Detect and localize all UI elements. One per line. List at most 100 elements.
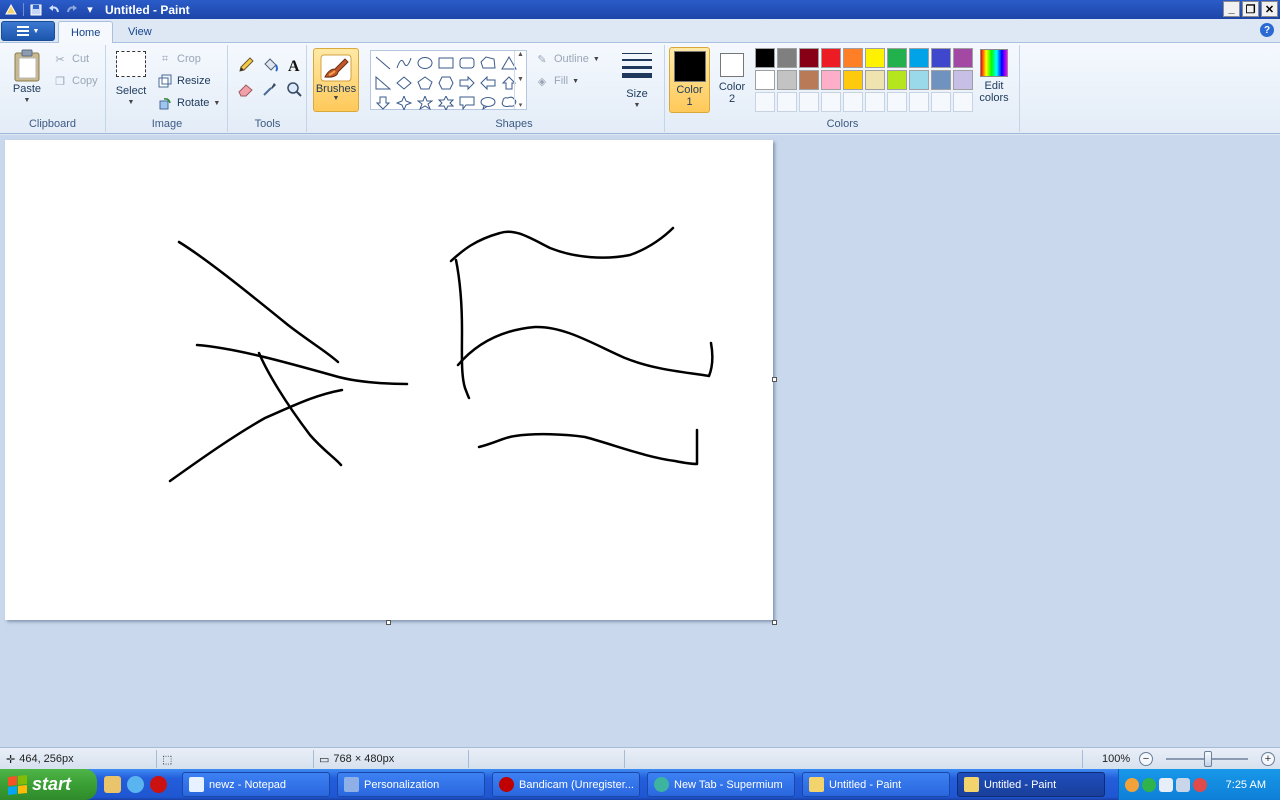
more-shapes-icon[interactable]: ▾ [519, 101, 523, 109]
status-tray-icon[interactable] [1142, 777, 1156, 792]
taskbar-item-notepad[interactable]: newz - Notepad [182, 772, 330, 797]
taskbar-item-supermium[interactable]: New Tab - Supermium [647, 772, 795, 797]
select-button[interactable]: Select ▼ [113, 51, 149, 109]
polygon-shape[interactable] [478, 53, 498, 72]
minimize-button[interactable]: _ [1223, 1, 1240, 17]
custom-color-slot[interactable] [821, 92, 841, 112]
undo-icon[interactable] [45, 1, 63, 18]
palette-color-swatch[interactable] [755, 70, 775, 90]
resize-handle-right[interactable] [772, 377, 777, 382]
six-point-star-shape[interactable] [436, 93, 456, 112]
resize-handle-bottom[interactable] [386, 620, 391, 625]
rectangle-shape[interactable] [436, 53, 456, 72]
paste-button[interactable]: Paste ▼ [8, 49, 46, 107]
line-shape[interactable] [373, 53, 393, 72]
pencil-tool[interactable] [235, 55, 257, 75]
network-tray-icon[interactable] [1176, 777, 1190, 792]
rotate-button[interactable]: Rotate ▼ [157, 94, 220, 112]
custom-color-slot[interactable] [909, 92, 929, 112]
down-arrow-shape[interactable] [373, 93, 393, 112]
custom-color-slot[interactable] [777, 92, 797, 112]
scroll-up-icon[interactable]: ▲ [517, 51, 524, 58]
volume-muted-tray-icon[interactable] [1193, 777, 1207, 792]
palette-color-swatch[interactable] [909, 48, 929, 68]
four-point-star-shape[interactable] [394, 93, 414, 112]
palette-color-swatch[interactable] [953, 70, 973, 90]
folder-icon[interactable] [104, 776, 121, 793]
left-arrow-shape[interactable] [478, 73, 498, 92]
scroll-down-icon[interactable]: ▼ [517, 76, 524, 83]
custom-color-slot[interactable] [865, 92, 885, 112]
save-icon[interactable] [27, 1, 45, 18]
right-arrow-shape[interactable] [457, 73, 477, 92]
taskbar-item-bandicam[interactable]: Bandicam (Unregister... [492, 772, 640, 797]
palette-color-swatch[interactable] [931, 70, 951, 90]
palette-color-swatch[interactable] [865, 70, 885, 90]
search-tray-icon[interactable] [1125, 777, 1139, 792]
color-1-button[interactable]: Color 1 [669, 47, 710, 113]
oval-callout-shape[interactable] [478, 93, 498, 112]
palette-color-swatch[interactable] [777, 70, 797, 90]
taskbar-item-paint-active[interactable]: Untitled - Paint [957, 772, 1105, 797]
palette-color-swatch[interactable] [799, 48, 819, 68]
record-icon[interactable] [150, 776, 167, 793]
palette-color-swatch[interactable] [821, 48, 841, 68]
zoom-slider-thumb[interactable] [1204, 751, 1212, 767]
palette-color-swatch[interactable] [887, 48, 907, 68]
magnifier-tool[interactable] [283, 79, 305, 99]
zoom-out-button[interactable]: − [1139, 752, 1153, 766]
custom-color-slot[interactable] [953, 92, 973, 112]
color-2-button[interactable]: Color 2 [713, 47, 751, 113]
start-button[interactable]: start [0, 769, 97, 800]
palette-color-swatch[interactable] [909, 70, 929, 90]
pentagon-shape[interactable] [415, 73, 435, 92]
palette-color-swatch[interactable] [777, 48, 797, 68]
palette-color-swatch[interactable] [755, 48, 775, 68]
paint-menu-button[interactable]: ▼ [1, 21, 55, 41]
restore-button[interactable]: ❐ [1242, 1, 1259, 17]
five-point-star-shape[interactable] [415, 93, 435, 112]
shapes-scrollbar[interactable]: ▲ ▼ ▾ [514, 51, 526, 109]
edit-colors-button[interactable]: Edit colors [976, 49, 1012, 104]
drawing-canvas[interactable] [5, 140, 773, 620]
eraser-tool[interactable] [235, 79, 257, 99]
palette-color-swatch[interactable] [865, 48, 885, 68]
oval-shape[interactable] [415, 53, 435, 72]
palette-color-swatch[interactable] [953, 48, 973, 68]
custom-color-slot[interactable] [799, 92, 819, 112]
fill-tool[interactable] [259, 55, 281, 75]
crop-button[interactable]: ⌗ Crop [157, 50, 201, 68]
color-picker-tool[interactable] [259, 79, 281, 99]
custom-color-slot[interactable] [887, 92, 907, 112]
taskbar-item-paint[interactable]: Untitled - Paint [802, 772, 950, 797]
outline-button[interactable]: ✎ Outline ▼ [534, 50, 599, 68]
custom-color-slot[interactable] [755, 92, 775, 112]
palette-color-swatch[interactable] [799, 70, 819, 90]
palette-color-swatch[interactable] [821, 70, 841, 90]
customize-toolbar-dropdown-icon[interactable]: ▾ [81, 1, 99, 18]
redo-icon[interactable] [63, 1, 81, 18]
zoom-in-button[interactable]: + [1261, 752, 1275, 766]
palette-color-swatch[interactable] [887, 70, 907, 90]
palette-color-swatch[interactable] [843, 48, 863, 68]
browser-icon[interactable] [127, 776, 144, 793]
text-tool[interactable]: A [283, 55, 305, 75]
size-button[interactable]: Size ▼ [619, 51, 655, 112]
right-triangle-shape[interactable] [373, 73, 393, 92]
custom-color-slot[interactable] [931, 92, 951, 112]
custom-color-slot[interactable] [843, 92, 863, 112]
paint-app-icon[interactable] [2, 1, 20, 18]
resize-handle-corner[interactable] [772, 620, 777, 625]
help-icon[interactable]: ? [1260, 23, 1274, 37]
rounded-rectangle-shape[interactable] [457, 53, 477, 72]
cut-button[interactable]: ✂ Cut [52, 50, 89, 68]
tab-view[interactable]: View [116, 21, 164, 43]
palette-color-swatch[interactable] [843, 70, 863, 90]
rectangular-callout-shape[interactable] [457, 93, 477, 112]
flag-tray-icon[interactable] [1159, 777, 1173, 792]
tab-home[interactable]: Home [58, 21, 114, 43]
copy-button[interactable]: ❐ Copy [52, 72, 98, 90]
resize-button[interactable]: Resize [157, 72, 211, 90]
diamond-shape[interactable] [394, 73, 414, 92]
fill-button[interactable]: ◈ Fill ▼ [534, 72, 579, 90]
